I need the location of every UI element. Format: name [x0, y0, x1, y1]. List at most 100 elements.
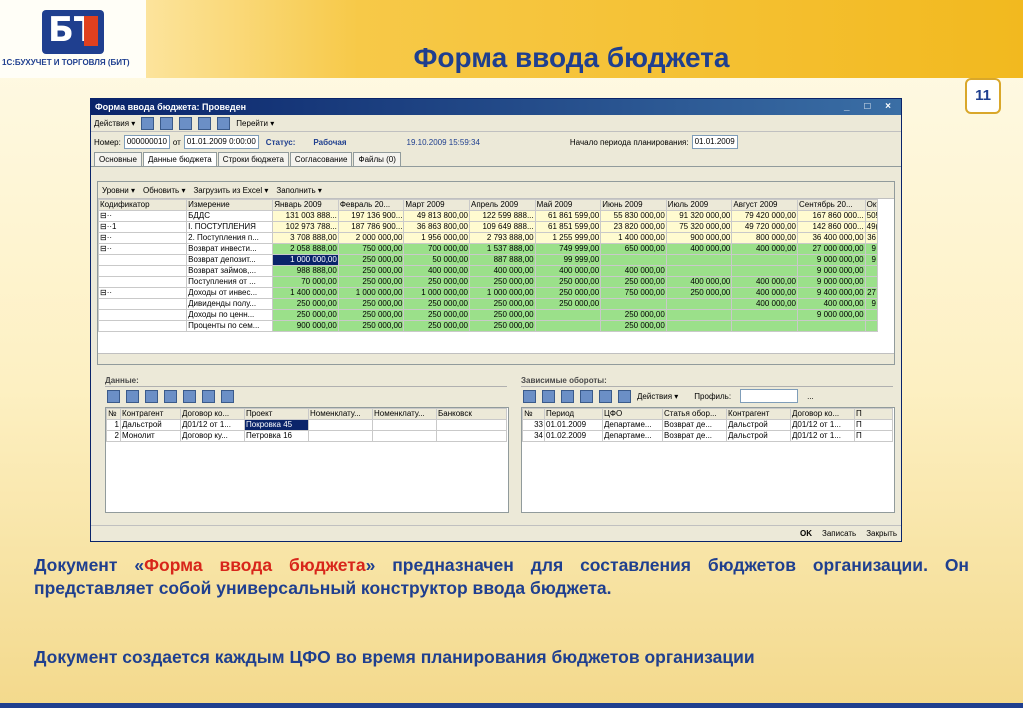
back-icon[interactable] [141, 116, 155, 130]
tab-files[interactable]: Файлы (0) [353, 152, 401, 166]
grid-cell-value[interactable]: 3 708 888,00 [272, 232, 339, 244]
data-cell[interactable]: Покровка 45 [244, 419, 309, 431]
grid-cell-value[interactable] [731, 320, 798, 332]
grid-cell-value[interactable]: 2 000 000,00 [337, 232, 405, 244]
grid-cell-value[interactable]: 27 000 000,00 [796, 243, 866, 255]
goto-menu[interactable]: Перейти ▾ [236, 119, 274, 128]
data-row[interactable]: 2 Монолит Договор ку... Петровка 16 [106, 430, 507, 442]
grid-cell-value[interactable]: 250 000,00 [337, 276, 405, 288]
budget-row[interactable]: Поступления от ... 70 000,00 250 000,00 250… [97, 276, 879, 288]
grid-cell-value[interactable]: 36 400 000,00 [796, 232, 866, 244]
grid-cell-value[interactable] [665, 265, 733, 277]
dependent-cell[interactable]: П [854, 419, 893, 431]
number-field[interactable]: 000000010 [123, 135, 170, 149]
grid-cell-value[interactable]: 102 973 788... [272, 221, 339, 233]
grid-cell-value[interactable]: 23 820 000,00 [600, 221, 667, 233]
grid-cell-value[interactable]: 131 003 888... [272, 210, 339, 222]
data-row[interactable]: 1 Дальстрой Д01/12 от 1... Покровка 45 [106, 419, 507, 431]
grid-cell-value[interactable]: 122 599 888... [469, 210, 536, 222]
copy-row-icon[interactable] [126, 389, 139, 403]
grid-cell-value[interactable]: 142 860 000... [796, 221, 866, 233]
grid-cell-value[interactable] [600, 298, 667, 310]
ok-button[interactable]: OK [800, 529, 812, 538]
dep-up-icon[interactable] [580, 389, 593, 403]
dependent-cell[interactable]: 01.02.2009 [544, 430, 603, 442]
grid-cell-dimension[interactable]: I. ПОСТУПЛЕНИЯ [186, 221, 274, 233]
grid-cell-value[interactable]: 250 000,00 [600, 320, 667, 332]
grid-cell-value[interactable]: 27 [864, 287, 879, 299]
grid-cell-value[interactable]: 900 000,00 [665, 232, 733, 244]
grid-cell-value[interactable]: 650 000,00 [600, 243, 667, 255]
grid-cell-dimension[interactable]: Возврат инвести... [186, 243, 274, 255]
grid-cell-value[interactable]: 1 400 000,00 [600, 232, 667, 244]
profile-select-button[interactable]: ... [807, 392, 814, 401]
grid-cell-dimension[interactable]: Проценты по сем... [186, 320, 274, 332]
sort-asc-icon[interactable] [202, 389, 215, 403]
grid-cell-value[interactable] [665, 254, 733, 266]
grid-cell-value[interactable]: 49 813 800,00 [403, 210, 471, 222]
grid-cell-value[interactable]: 1 537 888,00 [469, 243, 536, 255]
grid-cell-code[interactable]: ⊟·· [97, 210, 188, 222]
grid-cell-value[interactable]: 250 000,00 [600, 276, 667, 288]
budget-row[interactable]: ⊟·· Доходы от инвес... 1 400 000,00 1 000 0… [97, 287, 879, 299]
period-field[interactable]: 01.01.2009 [691, 135, 738, 149]
budget-row[interactable]: Дивиденды полу... 250 000,00 250 000,00 250… [97, 298, 879, 310]
grid-cell-dimension[interactable]: Доходы по ценн... [186, 309, 274, 321]
grid-cell-value[interactable]: 9 [864, 298, 879, 310]
delete-row-icon[interactable] [145, 389, 158, 403]
grid-cell-value[interactable] [864, 265, 879, 277]
budget-hscrollbar[interactable] [98, 353, 894, 364]
grid-cell-value[interactable]: 900 000,00 [272, 320, 339, 332]
grid-cell-value[interactable] [665, 298, 733, 310]
data-table[interactable]: № Контрагент Договор ко... Проект Номенклату… [106, 408, 507, 442]
grid-cell-value[interactable]: 1 400 000,00 [272, 287, 339, 299]
grid-cell-value[interactable]: 1 000 000,00 [469, 287, 536, 299]
grid-cell-dimension[interactable]: Поступления от ... [186, 276, 274, 288]
grid-cell-value[interactable]: 250 000,00 [469, 320, 536, 332]
data-cell[interactable] [308, 430, 373, 442]
grid-cell-value[interactable]: 400 000,00 [403, 265, 471, 277]
grid-cell-value[interactable]: 9 400 000,00 [796, 287, 866, 299]
data-cell[interactable]: 1 [106, 419, 121, 431]
grid-cell-value[interactable]: 9 [864, 243, 879, 255]
dependent-cell[interactable]: 34 [522, 430, 545, 442]
dependent-row[interactable]: 33 01.01.2009 Департаме... Возврат де... Дал… [522, 419, 893, 431]
grid-cell-value[interactable]: 50! [864, 210, 879, 222]
load-excel-menu[interactable]: Загрузить из Excel ▾ [193, 186, 268, 195]
grid-cell-value[interactable]: 700 000,00 [403, 243, 471, 255]
grid-cell-value[interactable]: 887 888,00 [469, 254, 536, 266]
structure-icon[interactable] [160, 116, 174, 130]
grid-cell-value[interactable]: 400 000,00 [796, 298, 866, 310]
data-cell[interactable]: Договор ку... [180, 430, 245, 442]
dependent-cell[interactable]: Департаме... [602, 430, 663, 442]
grid-cell-value[interactable]: 75 320 000,00 [665, 221, 733, 233]
dependent-cell[interactable]: Дальстрой [726, 430, 791, 442]
budget-row[interactable]: Проценты по сем... 900 000,00 250 000,00 25… [97, 320, 879, 332]
date-field[interactable]: 01.01.2009 0:00:00 [183, 135, 259, 149]
grid-cell-value[interactable]: 250 000,00 [534, 298, 602, 310]
grid-cell-value[interactable]: 400 000,00 [469, 265, 536, 277]
grid-cell-value[interactable]: 9 000 000,00 [796, 265, 866, 277]
grid-cell-code[interactable] [97, 309, 188, 321]
fill-menu[interactable]: Заполнить ▾ [276, 186, 322, 195]
dependent-row[interactable]: 34 01.02.2009 Департаме... Возврат де... Дал… [522, 430, 893, 442]
grid-cell-code[interactable]: ⊟··1 [97, 221, 188, 233]
dependent-cell[interactable]: Департаме... [602, 419, 663, 431]
grid-cell-value[interactable]: 250 000,00 [272, 309, 339, 321]
grid-cell-value[interactable]: 9 000 000,00 [796, 276, 866, 288]
grid-cell-dimension[interactable]: Возврат депозит... [186, 254, 274, 266]
dependent-cell[interactable]: Д01/12 от 1... [790, 430, 855, 442]
grid-cell-value[interactable]: 750 000,00 [337, 243, 405, 255]
dependent-cell[interactable]: 01.01.2009 [544, 419, 603, 431]
refresh-icon[interactable] [179, 116, 193, 130]
data-cell[interactable] [436, 430, 507, 442]
grid-cell-value[interactable]: 109 649 888... [469, 221, 536, 233]
tab-budget-data[interactable]: Данные бюджета [142, 152, 217, 166]
grid-cell-value[interactable]: 250 000,00 [272, 298, 339, 310]
actions-menu[interactable]: Действия ▾ [94, 119, 135, 128]
grid-cell-value[interactable]: 400 000,00 [731, 276, 798, 288]
grid-cell-value[interactable]: 250 000,00 [469, 276, 536, 288]
grid-cell-code[interactable] [97, 298, 188, 310]
data-cell[interactable]: Д01/12 от 1... [180, 419, 245, 431]
grid-cell-code[interactable] [97, 254, 188, 266]
